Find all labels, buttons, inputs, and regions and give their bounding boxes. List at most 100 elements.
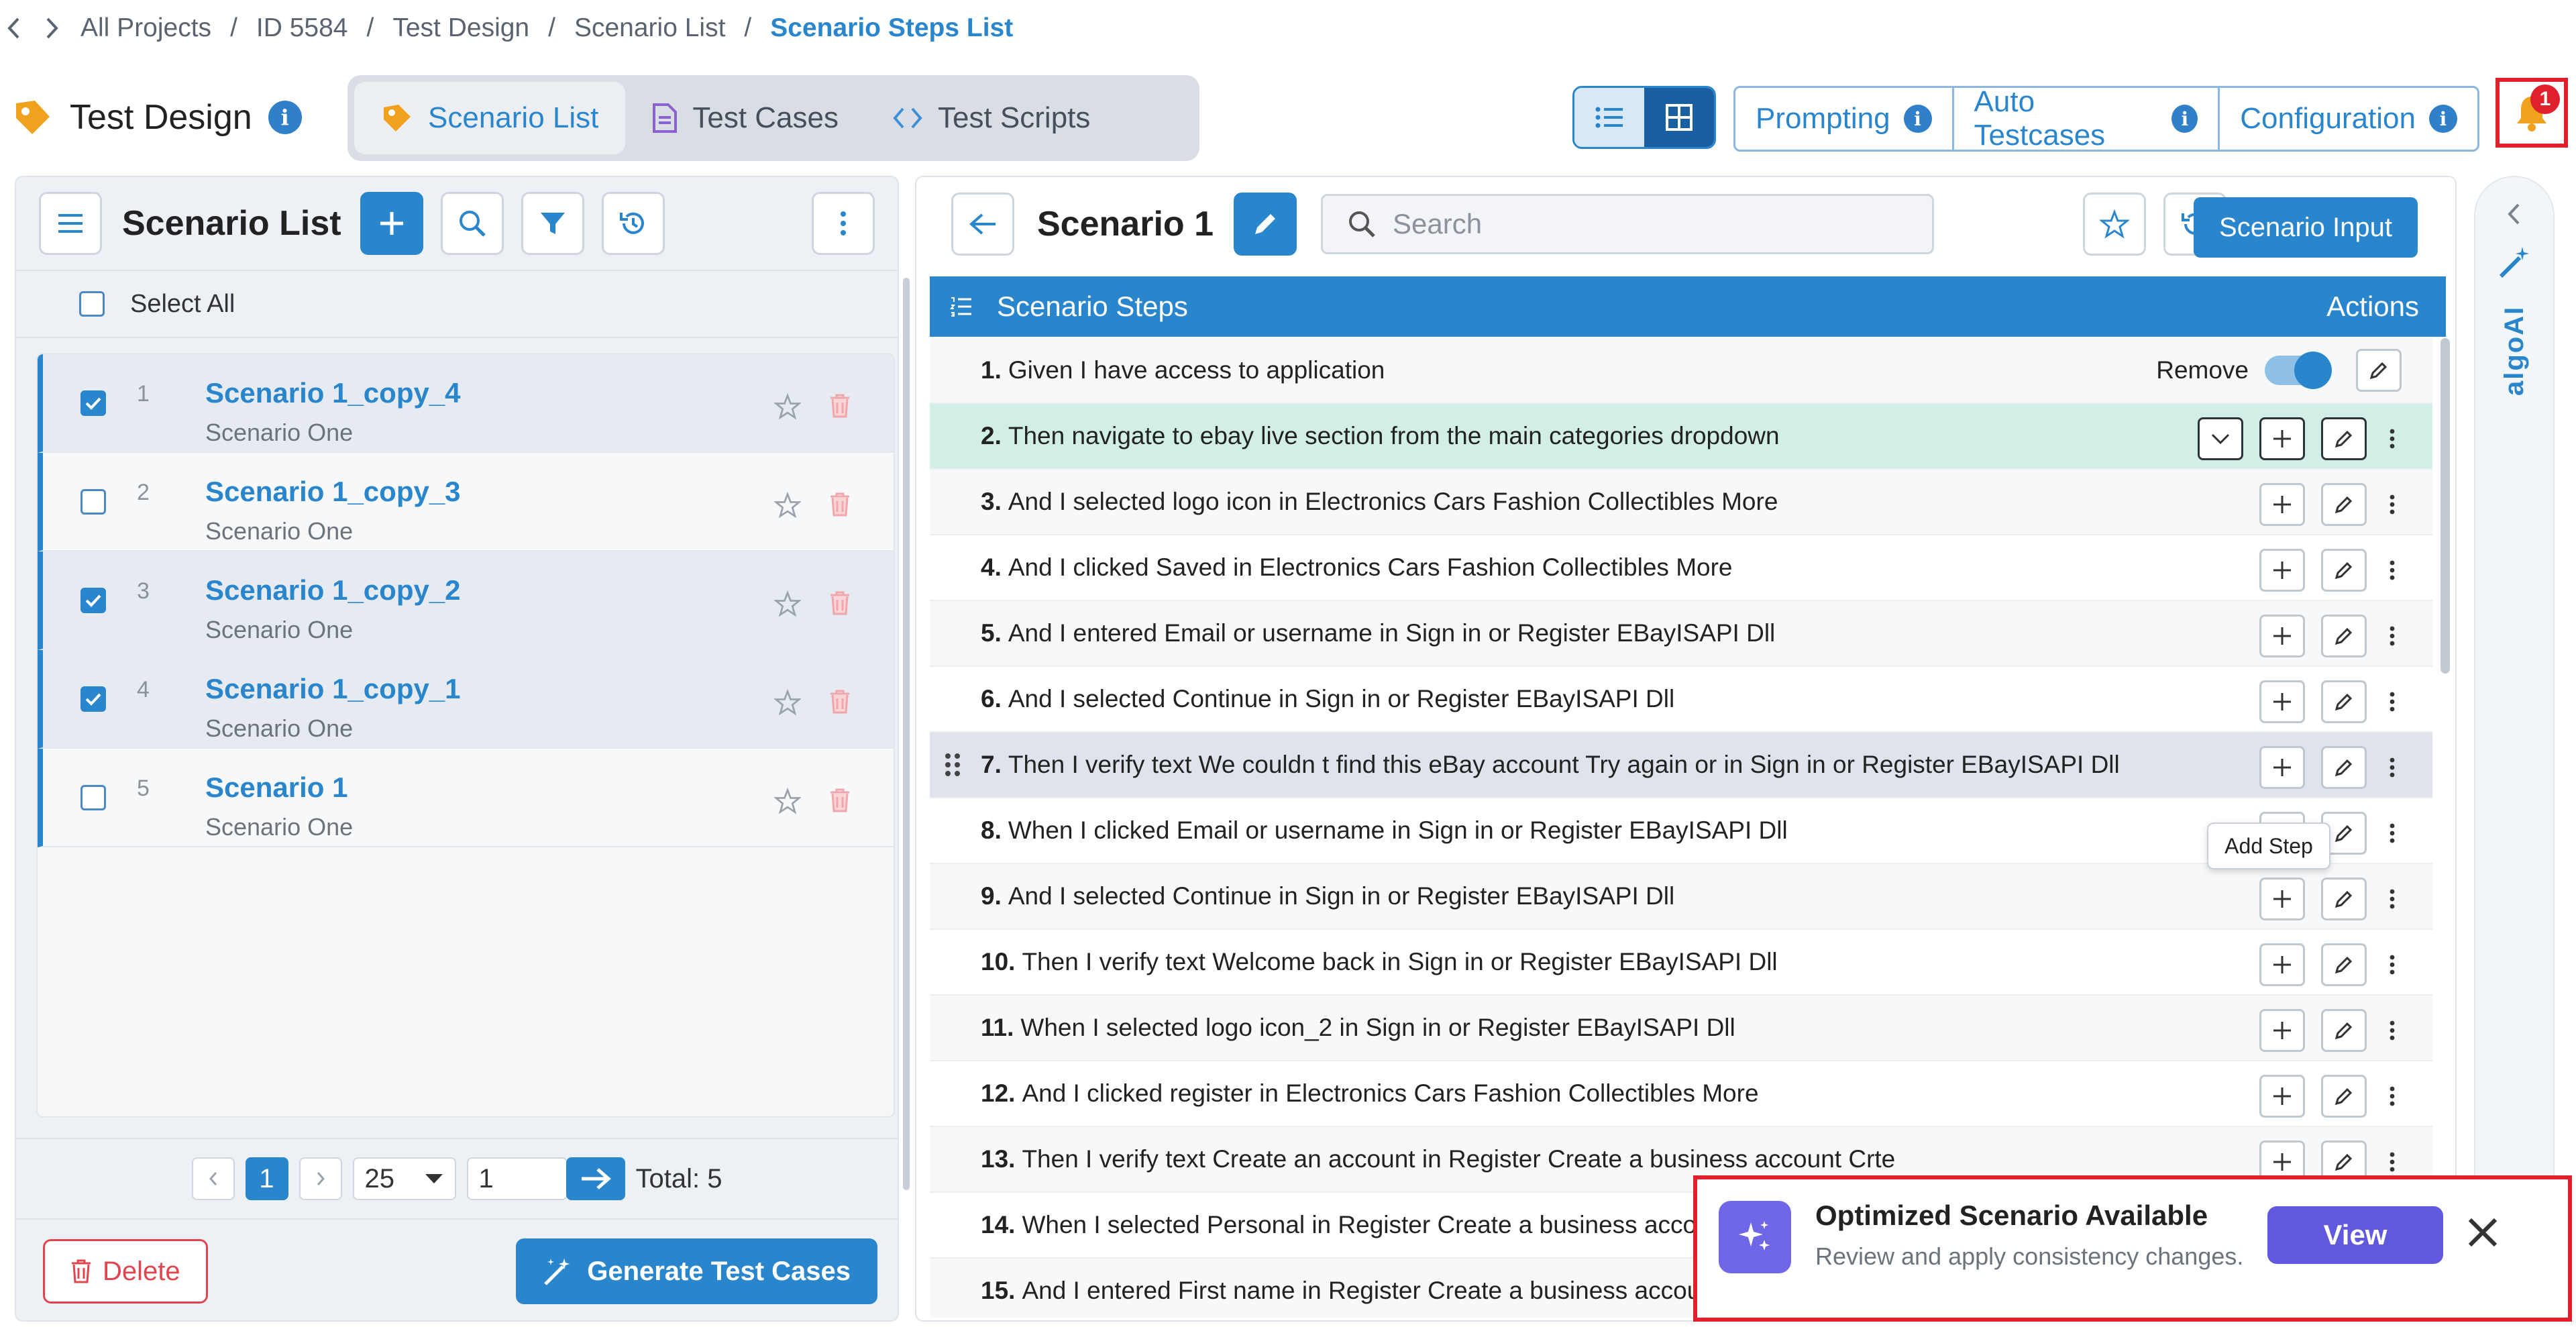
trash-icon[interactable] [829, 393, 851, 419]
scenario-row[interactable]: 4 Scenario 1_copy_1 Scenario One [38, 650, 894, 749]
step-row[interactable]: 2. Then navigate to ebay live section fro… [930, 404, 2432, 470]
prompting-button[interactable]: Prompting i [1735, 88, 1954, 150]
edit-step-button[interactable] [2321, 417, 2367, 460]
drag-handle-icon[interactable] [945, 753, 961, 777]
step-row[interactable]: 1. Given I have access to application Remo… [930, 338, 2432, 404]
scenario-name[interactable]: Scenario 1 [205, 772, 353, 804]
star-icon[interactable] [774, 788, 801, 814]
scenario-row[interactable]: 1 Scenario 1_copy_4 Scenario One [38, 354, 894, 453]
scenario-row[interactable]: 5 Scenario 1 Scenario One [38, 749, 894, 847]
notification-button[interactable]: 1 [2496, 78, 2568, 148]
scenario-checkbox[interactable] [80, 686, 106, 712]
add-step-button[interactable] [2259, 549, 2305, 592]
scenario-checkbox[interactable] [80, 587, 106, 613]
kebab-icon[interactable] [2383, 812, 2402, 855]
scenario-name[interactable]: Scenario 1_copy_2 [205, 574, 461, 606]
add-step-button[interactable] [2259, 878, 2305, 920]
trash-icon[interactable] [829, 788, 851, 813]
auto-testcases-button[interactable]: Auto Testcases i [1954, 85, 2220, 152]
trash-icon[interactable] [829, 689, 851, 714]
step-row[interactable]: 6. And I selected Continue in Sign in or … [930, 667, 2432, 733]
trash-icon[interactable] [829, 590, 851, 616]
step-row[interactable]: 7. Then I verify text We couldn t find th… [930, 733, 2432, 798]
step-row[interactable]: 10. Then I verify text Welcome back in Si… [930, 930, 2432, 996]
step-row[interactable]: 5. And I entered Email or username in Sig… [930, 601, 2432, 667]
forward-arrow-icon[interactable] [39, 9, 66, 47]
edit-step-button[interactable] [2321, 549, 2367, 592]
prev-page-button[interactable] [191, 1157, 235, 1200]
tab-test-scripts[interactable]: Test Scripts [865, 82, 1117, 154]
delete-button[interactable]: Delete [43, 1239, 208, 1304]
add-step-button[interactable] [2259, 483, 2305, 526]
view-button[interactable]: View [2267, 1206, 2443, 1264]
page-number[interactable]: 1 [245, 1157, 288, 1200]
kebab-icon[interactable] [2383, 483, 2402, 526]
edit-step-button[interactable] [2321, 746, 2367, 789]
close-icon[interactable] [2467, 1217, 2498, 1248]
add-step-button[interactable] [2259, 417, 2305, 460]
add-step-button[interactable] [2259, 680, 2305, 723]
kebab-icon[interactable] [2383, 746, 2402, 789]
list-view-icon[interactable] [1574, 88, 1644, 147]
grid-view-icon[interactable] [1644, 88, 1714, 147]
add-step-button[interactable] [2259, 1009, 2305, 1052]
step-row[interactable]: 12. And I clicked register in Electronics… [930, 1061, 2432, 1127]
trash-icon[interactable] [829, 492, 851, 517]
add-step-button[interactable] [2259, 943, 2305, 986]
edit-step-button[interactable] [2321, 680, 2367, 723]
scenario-name[interactable]: Scenario 1_copy_1 [205, 673, 461, 705]
select-all-row[interactable]: Select All [16, 271, 898, 338]
menu-button[interactable] [39, 192, 102, 255]
select-all-checkbox[interactable] [79, 291, 105, 317]
remove-toggle[interactable] [2265, 352, 2332, 389]
more-options-button[interactable] [812, 192, 875, 255]
add-step-button[interactable] [2259, 746, 2305, 789]
scenario-name[interactable]: Scenario 1_copy_4 [205, 377, 461, 409]
page-size-select[interactable]: 25 [352, 1157, 456, 1200]
edit-step-button[interactable] [2321, 483, 2367, 526]
step-row[interactable]: 3. And I selected logo icon in Electronic… [930, 470, 2432, 535]
scrollbar[interactable] [2440, 338, 2450, 674]
edit-step-button[interactable] [2321, 615, 2367, 657]
filter-button[interactable] [521, 192, 584, 255]
add-scenario-button[interactable] [360, 192, 423, 255]
step-row[interactable]: 11. When I selected logo icon_2 in Sign i… [930, 996, 2432, 1061]
configuration-button[interactable]: Configuration i [2220, 88, 2477, 150]
kebab-icon[interactable] [2383, 1075, 2402, 1118]
algoai-label[interactable]: algoAI [2500, 306, 2529, 396]
edit-step-button[interactable] [2321, 1009, 2367, 1052]
info-icon[interactable]: i [268, 101, 302, 134]
kebab-icon[interactable] [2383, 615, 2402, 657]
scenario-checkbox[interactable] [80, 784, 106, 810]
scenario-checkbox[interactable] [80, 390, 106, 416]
star-icon[interactable] [774, 393, 801, 420]
star-icon[interactable] [774, 689, 801, 716]
breadcrumb-item-test-design[interactable]: Test Design [392, 13, 529, 43]
edit-step-button[interactable] [2321, 1075, 2367, 1118]
scenario-input-button[interactable]: Scenario Input [2194, 197, 2418, 258]
scrollbar[interactable] [903, 278, 910, 1190]
tab-test-cases[interactable]: Test Cases [625, 82, 865, 154]
star-icon[interactable] [774, 492, 801, 519]
back-button[interactable] [951, 193, 1014, 256]
star-icon[interactable] [774, 590, 801, 617]
scenario-checkbox[interactable] [80, 488, 106, 515]
kebab-icon[interactable] [2383, 549, 2402, 592]
edit-step-button[interactable] [2356, 349, 2402, 392]
scenario-row[interactable]: 2 Scenario 1_copy_3 Scenario One [38, 453, 894, 551]
magic-wand-icon[interactable] [2498, 244, 2533, 279]
goto-page-button[interactable] [566, 1157, 625, 1200]
add-step-button[interactable] [2259, 615, 2305, 657]
breadcrumb-item-id[interactable]: ID 5584 [256, 13, 348, 43]
edit-scenario-button[interactable] [1234, 193, 1297, 256]
step-row[interactable]: 4. And I clicked Saved in Electronics Car… [930, 535, 2432, 601]
tab-scenario-list[interactable]: Scenario List [354, 82, 626, 154]
breadcrumb-item-scenario-list[interactable]: Scenario List [574, 13, 725, 43]
step-row[interactable]: 9. And I selected Continue in Sign in or … [930, 864, 2432, 930]
edit-step-button[interactable] [2321, 943, 2367, 986]
kebab-icon[interactable] [2383, 878, 2402, 920]
add-step-button[interactable] [2259, 1075, 2305, 1118]
goto-page-input[interactable]: 1 [466, 1157, 568, 1200]
collapse-chevron-icon[interactable] [2506, 203, 2521, 225]
history-button[interactable] [601, 192, 665, 255]
